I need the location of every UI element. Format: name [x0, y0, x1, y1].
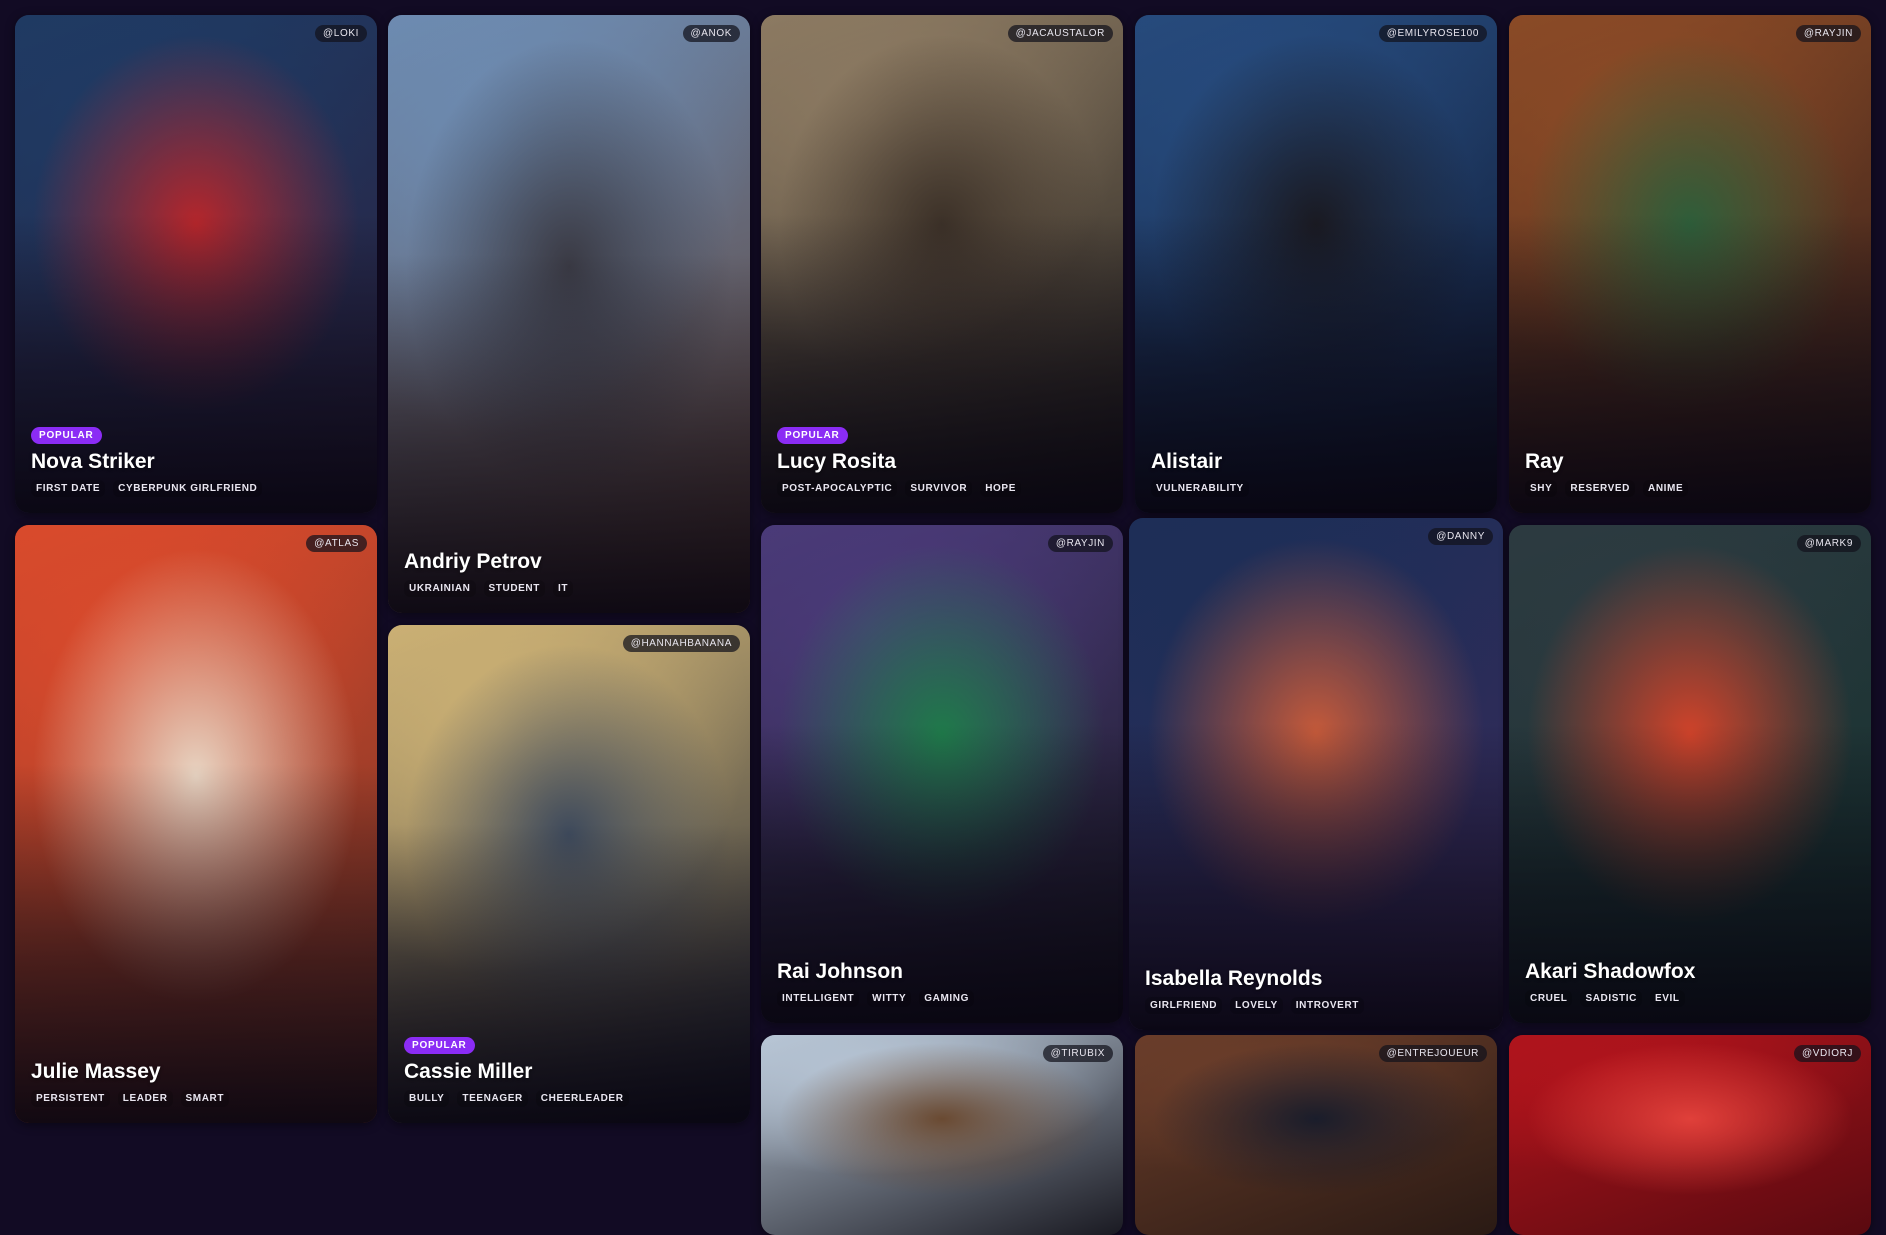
card-info: Andriy Petrov UKRAINIAN STUDENT IT [404, 550, 738, 597]
tag[interactable]: ANIME [1643, 480, 1689, 497]
card-info: Rai Johnson INTELLIGENT WITTY GAMING [777, 960, 1111, 1007]
author-handle[interactable]: @ENTREJOUEUR [1378, 1045, 1487, 1062]
character-card[interactable]: @LOKI POPULAR Nova Striker FIRST DATE CY… [15, 15, 377, 513]
character-grid: @LOKI POPULAR Nova Striker FIRST DATE CY… [0, 0, 1886, 1235]
tag[interactable]: EVIL [1649, 990, 1685, 1007]
author-handle[interactable]: @JACAUSTALOR [1007, 25, 1113, 42]
popular-badge: POPULAR [777, 427, 848, 444]
tag-list: POST-APOCALYPTIC SURVIVOR HOPE [777, 480, 1111, 497]
character-card[interactable]: @VDIORJ [1509, 1035, 1871, 1235]
tag[interactable]: LEADER [117, 1090, 173, 1107]
card-info: POPULAR Cassie Miller BULLY TEENAGER CHE… [404, 1035, 738, 1107]
character-card[interactable]: @RAYJIN Rai Johnson INTELLIGENT WITTY GA… [761, 525, 1123, 1023]
tag[interactable]: PERSISTENT [31, 1090, 110, 1107]
character-card[interactable]: @TIRUBIX [761, 1035, 1123, 1235]
tag-list: FIRST DATE CYBERPUNK GIRLFRIEND [31, 480, 365, 497]
character-portrait [761, 1035, 1123, 1235]
popular-badge: POPULAR [31, 427, 102, 444]
tag[interactable]: CHEERLEADER [535, 1090, 629, 1107]
character-card[interactable]: @ANOK Andriy Petrov UKRAINIAN STUDENT IT [388, 15, 750, 613]
tag[interactable]: GAMING [919, 990, 974, 1007]
card-info: Julie Massey PERSISTENT LEADER SMART [31, 1060, 365, 1107]
tag[interactable]: SURVIVOR [905, 480, 973, 497]
tag[interactable]: GIRLFRIEND [1145, 997, 1223, 1014]
author-handle[interactable]: @VDIORJ [1793, 1045, 1861, 1062]
author-handle[interactable]: @RAYJIN [1795, 25, 1861, 42]
character-card[interactable]: @HANNAHBANANA POPULAR Cassie Miller BULL… [388, 625, 750, 1123]
tag-list: CRUEL SADISTIC EVIL [1525, 990, 1859, 1007]
character-card[interactable]: @ATLAS Julie Massey PERSISTENT LEADER SM… [15, 525, 377, 1123]
tag-list: INTELLIGENT WITTY GAMING [777, 990, 1111, 1007]
card-info: POPULAR Nova Striker FIRST DATE CYBERPUN… [31, 425, 365, 497]
author-handle[interactable]: @DANNY [1428, 528, 1493, 545]
author-handle[interactable]: @ATLAS [306, 535, 367, 552]
tag-list: GIRLFRIEND LOVELY INTROVERT [1145, 997, 1491, 1014]
character-name: Andriy Petrov [404, 550, 542, 573]
character-portrait [1135, 1035, 1497, 1235]
character-card[interactable]: @RAYJIN Ray SHY RESERVED ANIME [1509, 15, 1871, 513]
tag[interactable]: INTROVERT [1290, 997, 1364, 1014]
tag[interactable]: UKRAINIAN [404, 580, 476, 597]
card-info: Alistair VULNERABILITY [1151, 450, 1485, 497]
card-info: Akari Shadowfox CRUEL SADISTIC EVIL [1525, 960, 1859, 1007]
tag[interactable]: CYBERPUNK GIRLFRIEND [113, 480, 263, 497]
character-name: Cassie Miller [404, 1060, 533, 1083]
character-card[interactable]: @JACAUSTALOR POPULAR Lucy Rosita POST-AP… [761, 15, 1123, 513]
character-name: Julie Massey [31, 1060, 161, 1083]
tag[interactable]: WITTY [867, 990, 912, 1007]
tag[interactable]: CRUEL [1525, 990, 1573, 1007]
character-card[interactable]: @DANNY Isabella Reynolds GIRLFRIEND LOVE… [1129, 518, 1503, 1030]
character-card[interactable]: @ENTREJOUEUR [1135, 1035, 1497, 1235]
tag[interactable]: TEENAGER [457, 1090, 528, 1107]
character-name: Rai Johnson [777, 960, 904, 983]
tag[interactable]: SADISTIC [1580, 990, 1642, 1007]
tag[interactable]: RESERVED [1565, 480, 1636, 497]
tag[interactable]: SMART [180, 1090, 230, 1107]
tag-list: UKRAINIAN STUDENT IT [404, 580, 738, 597]
tag[interactable]: LOVELY [1230, 997, 1283, 1014]
character-name: Ray [1525, 450, 1564, 473]
character-card[interactable]: @EMILYROSE100 Alistair VULNERABILITY [1135, 15, 1497, 513]
author-handle[interactable]: @EMILYROSE100 [1378, 25, 1487, 42]
tag-list: VULNERABILITY [1151, 480, 1485, 497]
tag[interactable]: STUDENT [483, 580, 545, 597]
author-handle[interactable]: @MARK9 [1796, 535, 1861, 552]
character-card[interactable]: @MARK9 Akari Shadowfox CRUEL SADISTIC EV… [1509, 525, 1871, 1023]
tag[interactable]: IT [552, 580, 574, 597]
tag[interactable]: POST-APOCALYPTIC [777, 480, 898, 497]
tag[interactable]: VULNERABILITY [1151, 480, 1249, 497]
character-name: Akari Shadowfox [1525, 960, 1696, 983]
author-handle[interactable]: @LOKI [315, 25, 367, 42]
author-handle[interactable]: @HANNAHBANANA [622, 635, 740, 652]
tag[interactable]: BULLY [404, 1090, 450, 1107]
author-handle[interactable]: @ANOK [682, 25, 740, 42]
character-portrait [1509, 1035, 1871, 1235]
card-info: POPULAR Lucy Rosita POST-APOCALYPTIC SUR… [777, 425, 1111, 497]
tag[interactable]: FIRST DATE [31, 480, 106, 497]
tag[interactable]: HOPE [980, 480, 1021, 497]
character-name: Isabella Reynolds [1145, 967, 1323, 990]
tag-list: BULLY TEENAGER CHEERLEADER [404, 1090, 738, 1107]
tag-list: PERSISTENT LEADER SMART [31, 1090, 365, 1107]
tag-list: SHY RESERVED ANIME [1525, 480, 1859, 497]
character-name: Lucy Rosita [777, 450, 897, 473]
card-info: Isabella Reynolds GIRLFRIEND LOVELY INTR… [1145, 967, 1491, 1014]
popular-badge: POPULAR [404, 1037, 475, 1054]
tag[interactable]: SHY [1525, 480, 1558, 497]
character-name: Alistair [1151, 450, 1223, 473]
author-handle[interactable]: @TIRUBIX [1042, 1045, 1113, 1062]
author-handle[interactable]: @RAYJIN [1047, 535, 1113, 552]
tag[interactable]: INTELLIGENT [777, 990, 860, 1007]
character-name: Nova Striker [31, 450, 155, 473]
card-info: Ray SHY RESERVED ANIME [1525, 450, 1859, 497]
